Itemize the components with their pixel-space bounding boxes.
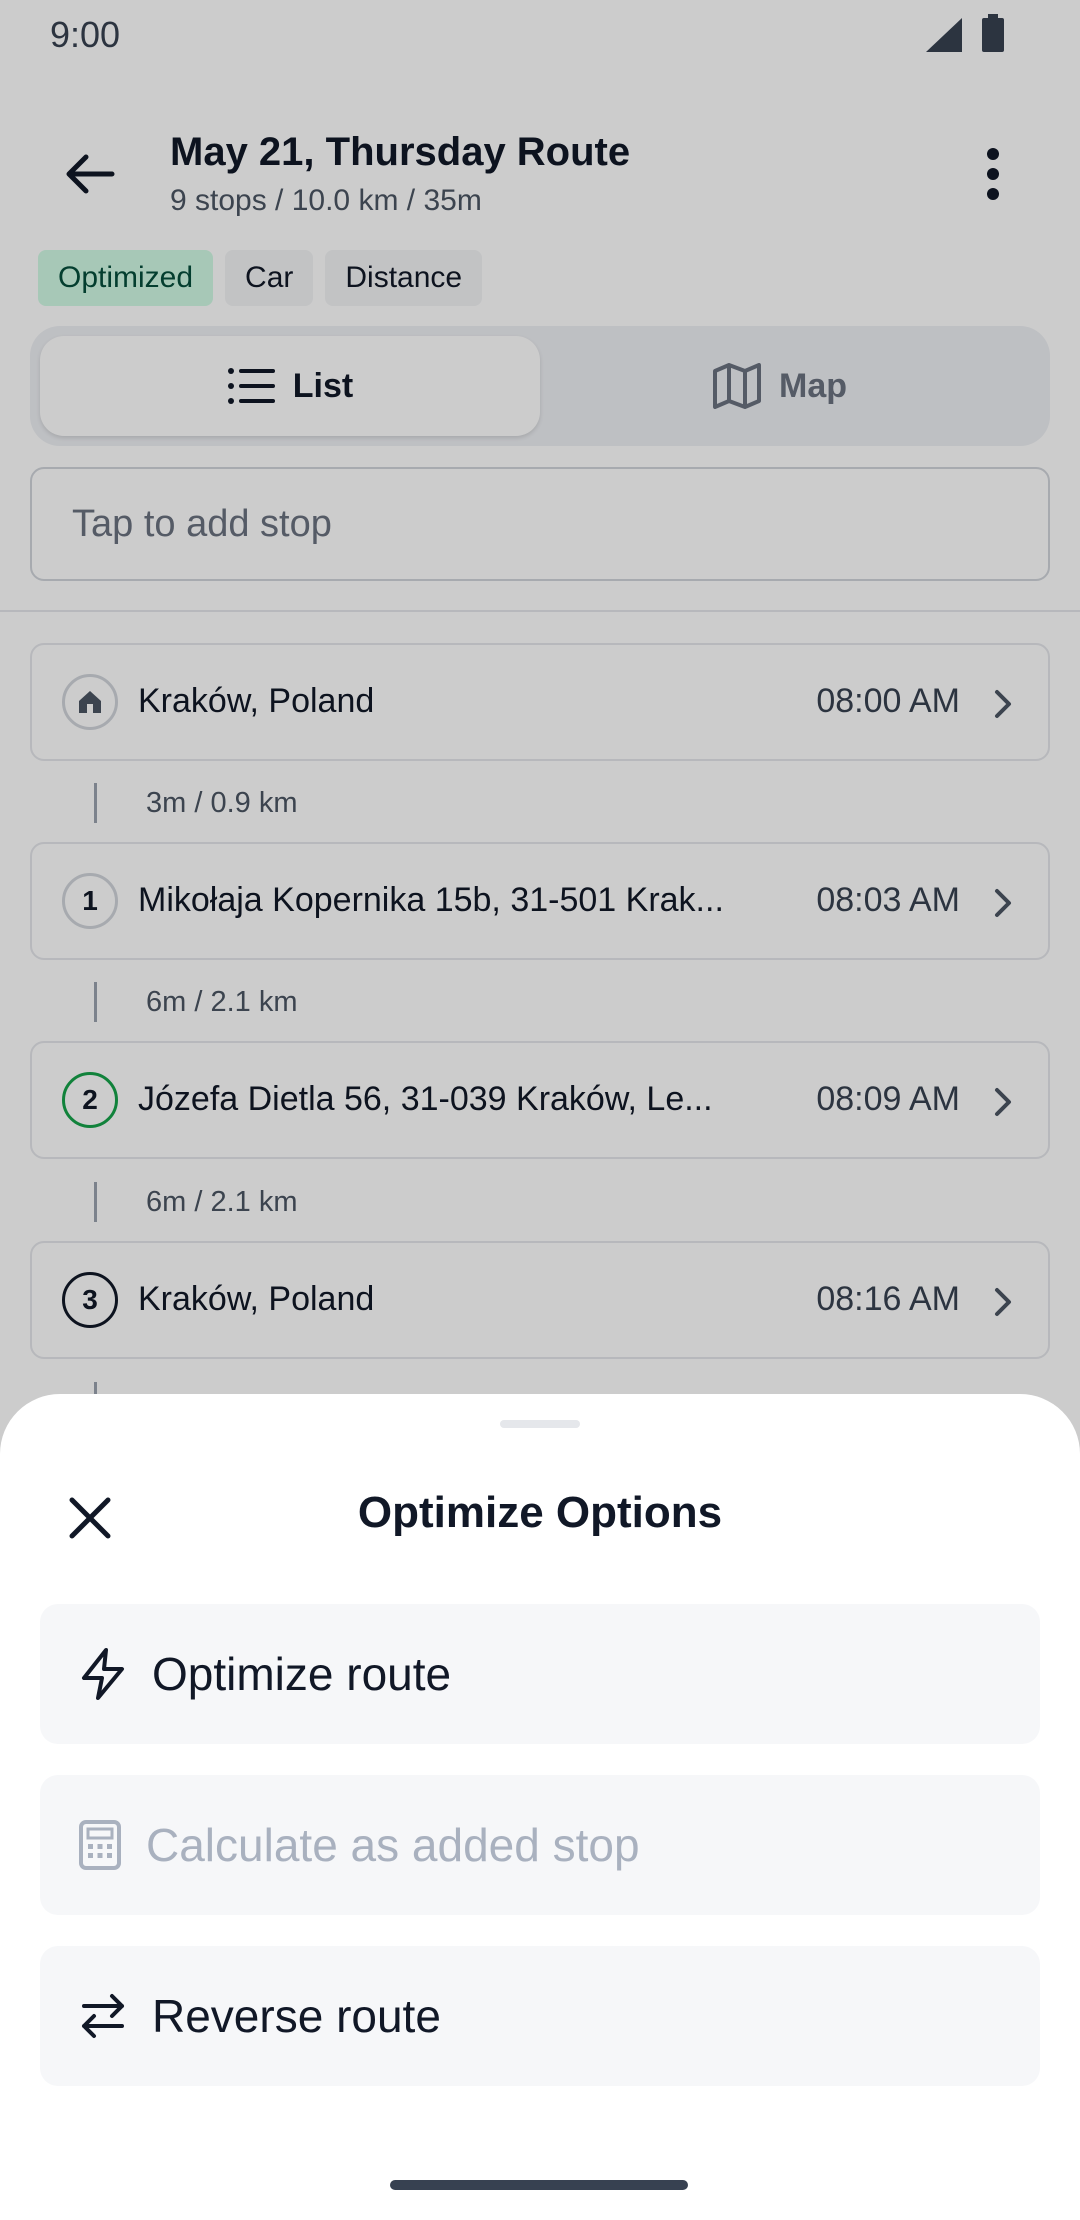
home-indicator[interactable] [390, 2180, 688, 2190]
optimize-options-sheet: Optimize Options Optimize route Calculat… [0, 1394, 1080, 2220]
optimize-route-button[interactable]: Optimize route [40, 1604, 1040, 1744]
sheet-title: Optimize Options [357, 1488, 723, 1537]
calculator-icon [79, 1820, 121, 1870]
reverse-route-label: Reverse route [152, 1990, 441, 2042]
reverse-route-button[interactable]: Reverse route [40, 1946, 1040, 2086]
lightning-icon [82, 1648, 124, 1700]
calculate-as-added-stop-label: Calculate as added stop [146, 1819, 640, 1871]
calculate-as-added-stop-button[interactable]: Calculate as added stop [40, 1775, 1040, 1915]
optimize-route-label: Optimize route [152, 1648, 452, 1700]
swap-arrows-icon [82, 1994, 124, 2038]
drag-handle[interactable] [500, 1420, 580, 1428]
route-screen: 9:00 May 21, Thursday Route 9 stops / 10… [0, 0, 1080, 2220]
